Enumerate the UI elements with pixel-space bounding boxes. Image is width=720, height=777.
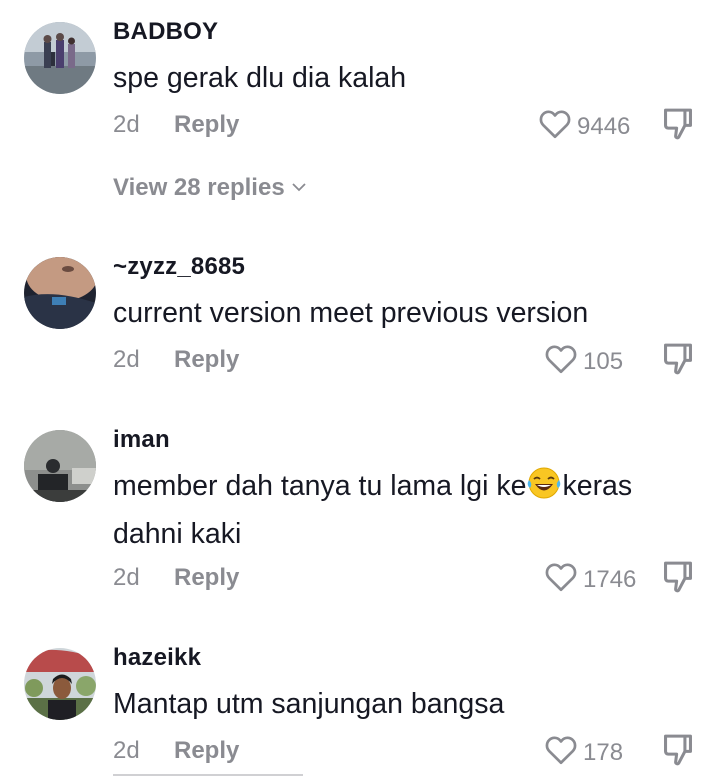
thumbs-down-icon [661, 734, 695, 772]
chevron-down-icon [291, 174, 307, 202]
reply-button[interactable]: Reply [174, 737, 239, 765]
comment-text-part: keras [562, 470, 633, 502]
comment-time: 2d [113, 564, 140, 591]
like-count: 9446 [577, 112, 631, 140]
thumbs-down-icon [661, 108, 695, 146]
reply-button[interactable]: Reply [174, 346, 239, 374]
heart-outline-icon [543, 732, 579, 773]
view-replies-label: View 28 replies [113, 174, 285, 201]
heart-outline-icon [543, 559, 579, 600]
thumbs-down-icon [661, 343, 695, 381]
avatar[interactable] [24, 648, 96, 720]
reply-button[interactable]: Reply [174, 111, 239, 139]
avatar[interactable] [24, 257, 96, 329]
username[interactable]: hazeikk [113, 644, 201, 672]
username[interactable]: BADBOY [113, 18, 218, 46]
comment-text: member dah tanya tu lama lgi ke keras dah… [113, 464, 703, 556]
comment-time: 2d [113, 346, 140, 373]
reply-button[interactable]: Reply [174, 564, 239, 592]
thumbs-down-icon [661, 561, 695, 599]
comment-text: spe gerak dlu dia kalah [113, 62, 407, 94]
heart-outline-icon [543, 341, 579, 382]
comment-text: current version meet previous version [113, 297, 589, 329]
comment-time: 2d [113, 737, 140, 764]
avatar[interactable] [24, 22, 96, 94]
dislike-button[interactable] [661, 341, 695, 382]
comment-text-line: dahni kaki [113, 518, 242, 550]
like-button[interactable]: 105 [543, 341, 623, 382]
like-count: 178 [583, 738, 624, 766]
like-count: 105 [583, 347, 624, 375]
comment-text: Mantap utm sanjungan bangsa [113, 688, 505, 720]
dislike-button[interactable] [661, 559, 695, 600]
view-replies-button[interactable]: View 28 replies [113, 174, 307, 202]
like-count: 1746 [583, 565, 637, 593]
like-button[interactable]: 9446 [537, 106, 630, 147]
dislike-button[interactable] [661, 106, 695, 147]
comment-text-part: member dah tanya tu lama lgi ke [113, 470, 527, 502]
username[interactable]: ~zyzz_8685 [113, 253, 245, 281]
avatar[interactable] [24, 430, 96, 502]
face-with-tears-of-joy-icon [526, 467, 562, 512]
comment-time: 2d [113, 111, 140, 138]
like-button[interactable]: 1746 [543, 559, 636, 600]
divider [113, 774, 303, 776]
heart-outline-icon [537, 106, 573, 147]
like-button[interactable]: 178 [543, 732, 623, 773]
username[interactable]: iman [113, 426, 170, 454]
dislike-button[interactable] [661, 732, 695, 773]
